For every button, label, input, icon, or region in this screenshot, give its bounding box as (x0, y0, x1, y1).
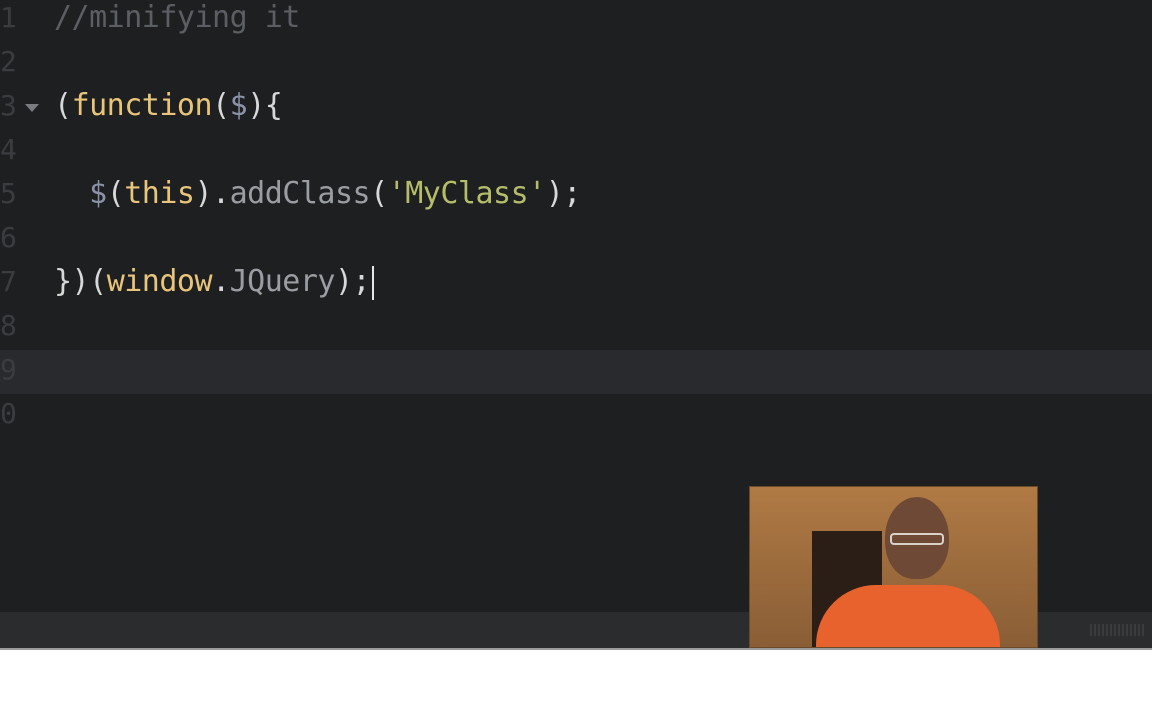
line-number: 2 (0, 45, 17, 78)
code-line[interactable]: 9 (0, 350, 1152, 394)
line-number: 7 (0, 265, 17, 298)
code-line[interactable]: 4 (0, 130, 1152, 174)
code-line[interactable]: 8 (0, 306, 1152, 350)
code-text[interactable]: //minifying it (54, 0, 300, 36)
code-line[interactable]: 6 (0, 218, 1152, 262)
line-number: 8 (0, 309, 17, 342)
presenter-shirt (816, 585, 1000, 647)
code-token: 'MyClass' (387, 176, 547, 211)
code-token: JQuery (229, 264, 336, 299)
resize-grip-icon[interactable] (1090, 624, 1144, 636)
line-number: 5 (0, 177, 17, 210)
code-line[interactable]: 1 //minifying it (0, 0, 1152, 42)
code-token: ( (54, 88, 72, 123)
line-number: 6 (0, 221, 17, 254)
code-token: //minifying it (54, 0, 300, 35)
code-line[interactable]: 2 (0, 42, 1152, 86)
code-token: this (124, 176, 195, 211)
code-text[interactable]: (function($){ (54, 88, 283, 124)
code-token: ( (370, 176, 388, 211)
code-token: })( (54, 264, 107, 299)
code-text[interactable]: $(this).addClass('MyClass'); (54, 176, 581, 212)
code-token: ); (335, 264, 371, 299)
webcam-overlay (749, 486, 1038, 648)
code-token: $ (229, 88, 248, 123)
code-token: ); (545, 176, 582, 211)
code-line[interactable]: 7 })(window.JQuery); (0, 262, 1152, 306)
line-number: 9 (0, 353, 17, 386)
text-cursor (372, 265, 375, 300)
code-token: ( (212, 88, 230, 123)
code-token: window (106, 264, 213, 299)
code-line[interactable]: 3 (function($){ (0, 86, 1152, 130)
code-token: . (212, 264, 230, 299)
code-token: function (71, 88, 213, 123)
code-line[interactable]: 0 (0, 394, 1152, 438)
code-text[interactable]: })(window.JQuery); (54, 264, 375, 300)
code-token: addClass (229, 176, 371, 211)
line-number: 1 (0, 1, 17, 34)
line-number: 3 (0, 89, 17, 122)
code-token: ( (106, 176, 125, 211)
code-line[interactable]: 5 $(this).addClass('MyClass'); (0, 174, 1152, 218)
line-number: 0 (0, 397, 17, 430)
empty-panel (0, 650, 1152, 720)
line-number: 4 (0, 133, 17, 166)
fold-arrow-icon[interactable] (25, 104, 39, 112)
code-token: $ (89, 176, 107, 211)
presenter-glasses (890, 533, 944, 545)
code-token: ){ (247, 88, 283, 123)
code-token: ). (194, 176, 231, 211)
